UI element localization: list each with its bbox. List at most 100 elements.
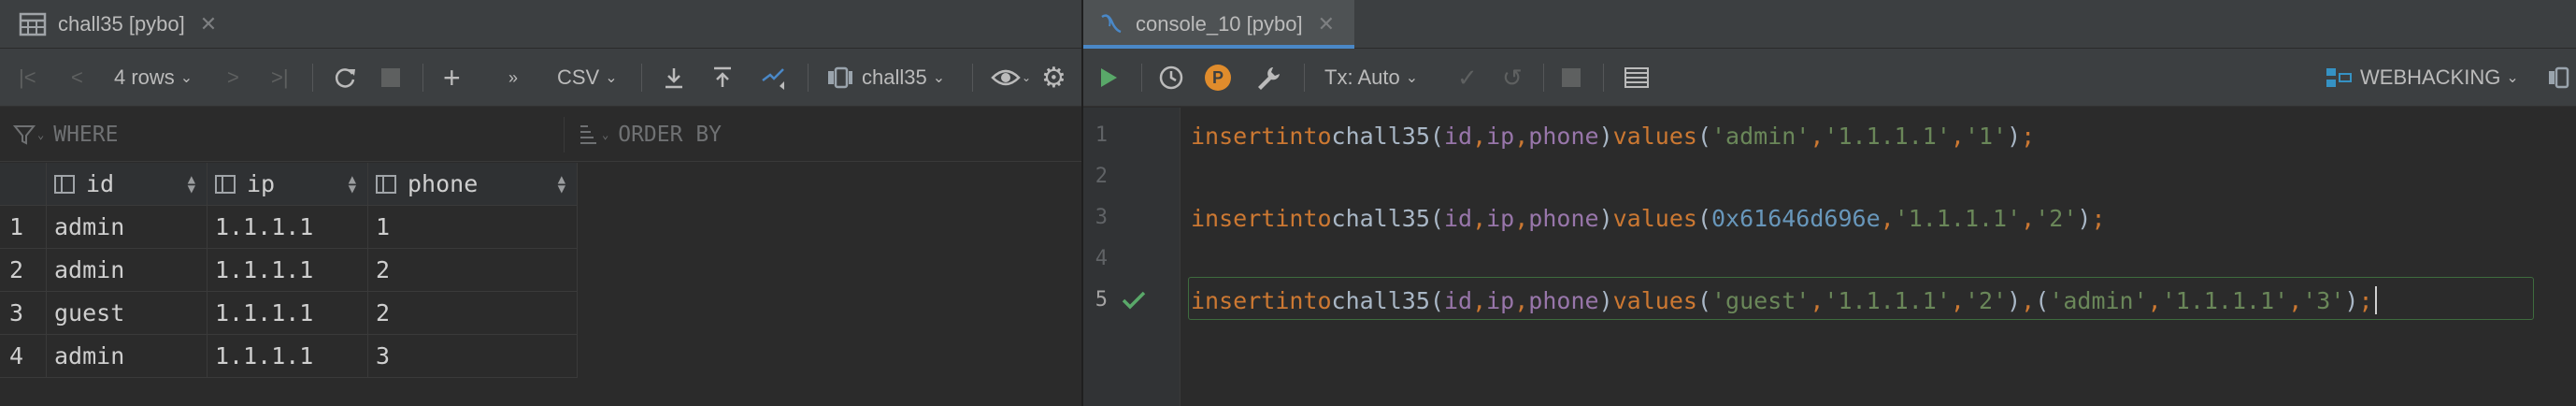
output-layout-button[interactable] <box>1624 49 1650 107</box>
cell-id[interactable]: admin <box>47 249 208 292</box>
transaction-mode-dropdown[interactable]: Tx: Auto ⌄ <box>1324 49 1418 107</box>
chevron-down-icon: ⌄ <box>2506 70 2519 86</box>
toolbar-separator <box>1603 64 1604 92</box>
cell-ip[interactable]: 1.1.1.1 <box>208 292 368 335</box>
text-caret <box>2374 286 2377 314</box>
where-placeholder: WHERE <box>53 123 119 147</box>
close-icon[interactable]: ✕ <box>200 12 217 36</box>
stop-icon <box>381 68 400 87</box>
execute-button[interactable] <box>1098 49 1119 107</box>
console-toolbar: P Tx: Auto ⌄ ✓ ↺ WEBHACKING ⌄ <box>1083 49 2576 107</box>
clock-icon <box>1159 65 1183 90</box>
datasource-icon <box>828 66 852 89</box>
checkmark-icon: ✓ <box>1457 63 1478 92</box>
sql-editor[interactable]: 1 2 3 4 5 insert into chall35(id, ip, phon… <box>1083 108 2576 406</box>
refresh-button[interactable] <box>333 49 357 107</box>
rows-count-dropdown[interactable]: 4 rows ⌄ <box>114 49 193 107</box>
cell-phone[interactable]: 2 <box>368 292 578 335</box>
plus-icon: + <box>443 60 461 94</box>
order-by-input[interactable]: ⌄ ORDER BY <box>578 108 1073 162</box>
cell-phone[interactable]: 2 <box>368 249 578 292</box>
code-line-3[interactable]: insert into chall35(id, ip, phone) values(… <box>1191 197 2106 239</box>
column-header-label: ip <box>247 170 276 197</box>
settings-button[interactable]: ⚙ <box>1041 49 1066 107</box>
row-number: 4 <box>0 335 47 378</box>
history-button[interactable] <box>1158 49 1184 107</box>
play-icon <box>1101 68 1117 87</box>
eye-icon <box>991 69 1021 86</box>
line-number: 4 <box>1095 247 1108 270</box>
chevron-down-icon: ⌄ <box>1022 71 1032 84</box>
order-by-placeholder: ORDER BY <box>618 123 723 147</box>
cell-id[interactable]: admin <box>47 335 208 378</box>
add-row-button[interactable]: + <box>443 49 461 107</box>
table-row[interactable]: 4 admin 1.1.1.1 3 <box>0 335 578 378</box>
code-line-1[interactable]: insert into chall35(id, ip, phone) values(… <box>1191 115 2035 156</box>
row-number: 3 <box>0 292 47 335</box>
column-icon <box>376 174 396 194</box>
settings-wrench-button[interactable] <box>1255 49 1281 107</box>
upload-button[interactable] <box>710 49 735 107</box>
column-header-id[interactable]: id ▲ ▼ <box>47 163 208 206</box>
compare-button[interactable] <box>759 49 787 107</box>
commit-button[interactable]: ✓ <box>1457 49 1478 107</box>
sort-arrows-icon[interactable]: ▲ ▼ <box>558 173 565 196</box>
line-number: 2 <box>1095 165 1108 188</box>
tx-mode-label: Tx: Auto <box>1324 65 1400 89</box>
sort-arrows-icon[interactable]: ▲ ▼ <box>188 173 195 196</box>
first-page-icon[interactable]: |< <box>19 49 36 107</box>
undo-icon: ↺ <box>1502 63 1523 92</box>
where-filter-input[interactable]: ⌄ WHERE <box>13 108 555 162</box>
row-number-header <box>0 163 47 206</box>
schema-label: WEBHACKING <box>2360 65 2501 89</box>
column-header-label: phone <box>408 170 479 197</box>
cell-ip[interactable]: 1.1.1.1 <box>208 249 368 292</box>
cancel-button[interactable] <box>1562 49 1581 107</box>
chevron-down-icon: ⌄ <box>932 70 946 86</box>
table-row[interactable]: 2 admin 1.1.1.1 2 <box>0 249 578 292</box>
table-row[interactable]: 3 guest 1.1.1.1 2 <box>0 292 578 335</box>
tab-chall35[interactable]: chall35 [pybo] ✕ <box>19 0 271 49</box>
datasource-selector-button[interactable] <box>2547 49 2575 107</box>
previous-page-icon[interactable]: < <box>71 49 83 107</box>
cell-id[interactable]: admin <box>47 206 208 249</box>
close-icon[interactable]: ✕ <box>1318 12 1335 36</box>
table-row[interactable]: 1 admin 1.1.1.1 1 <box>0 206 578 249</box>
toolbar-separator <box>1543 64 1544 92</box>
column-header-phone[interactable]: phone ▲ ▼ <box>368 163 578 206</box>
sort-arrows-icon[interactable]: ▲ ▼ <box>349 173 356 196</box>
toolbar-separator <box>808 64 809 92</box>
format-label: CSV <box>557 65 600 89</box>
download-button[interactable] <box>662 49 686 107</box>
stop-button[interactable] <box>381 49 400 107</box>
executed-checkmark-icon <box>1122 291 1146 310</box>
stop-icon <box>1562 68 1581 87</box>
cell-ip[interactable]: 1.1.1.1 <box>208 335 368 378</box>
cell-phone[interactable]: 3 <box>368 335 578 378</box>
view-toggle-button[interactable]: ⌄ <box>991 49 1031 107</box>
chevron-down-icon: ⌄ <box>602 128 609 141</box>
toolbar-separator <box>312 64 313 92</box>
filter-divider <box>564 117 565 152</box>
export-format-dropdown[interactable]: CSV ⌄ <box>557 49 618 107</box>
line-number: 5 <box>1095 288 1108 312</box>
double-chevron-right-icon: » <box>508 67 519 87</box>
rollback-button[interactable]: ↺ <box>1502 49 1523 107</box>
tab-console[interactable]: console_10 [pybo] ✕ <box>1083 0 1354 49</box>
schema-dropdown[interactable]: WEBHACKING ⌄ <box>2325 49 2519 107</box>
refresh-icon <box>335 68 355 88</box>
more-actions-button[interactable]: » <box>508 49 518 107</box>
column-header-label: id <box>86 170 115 197</box>
datasource-dropdown[interactable]: chall35 ⌄ <box>826 49 945 107</box>
table-layout-icon <box>1624 67 1649 88</box>
code-line-5[interactable]: insert into chall35(id, ip, phone) values(… <box>1191 280 2377 321</box>
grid-toolbar: |< < 4 rows ⌄ > >| + » CSV ⌄ chall35 ⌄ ⌄… <box>0 49 1081 107</box>
next-page-icon[interactable]: > <box>227 49 239 107</box>
row-number: 1 <box>0 206 47 249</box>
column-header-ip[interactable]: ip ▲ ▼ <box>208 163 368 206</box>
cell-ip[interactable]: 1.1.1.1 <box>208 206 368 249</box>
cell-id[interactable]: guest <box>47 292 208 335</box>
last-page-icon[interactable]: >| <box>271 49 289 107</box>
cell-phone[interactable]: 1 <box>368 206 578 249</box>
profiler-badge[interactable]: P <box>1205 49 1231 107</box>
